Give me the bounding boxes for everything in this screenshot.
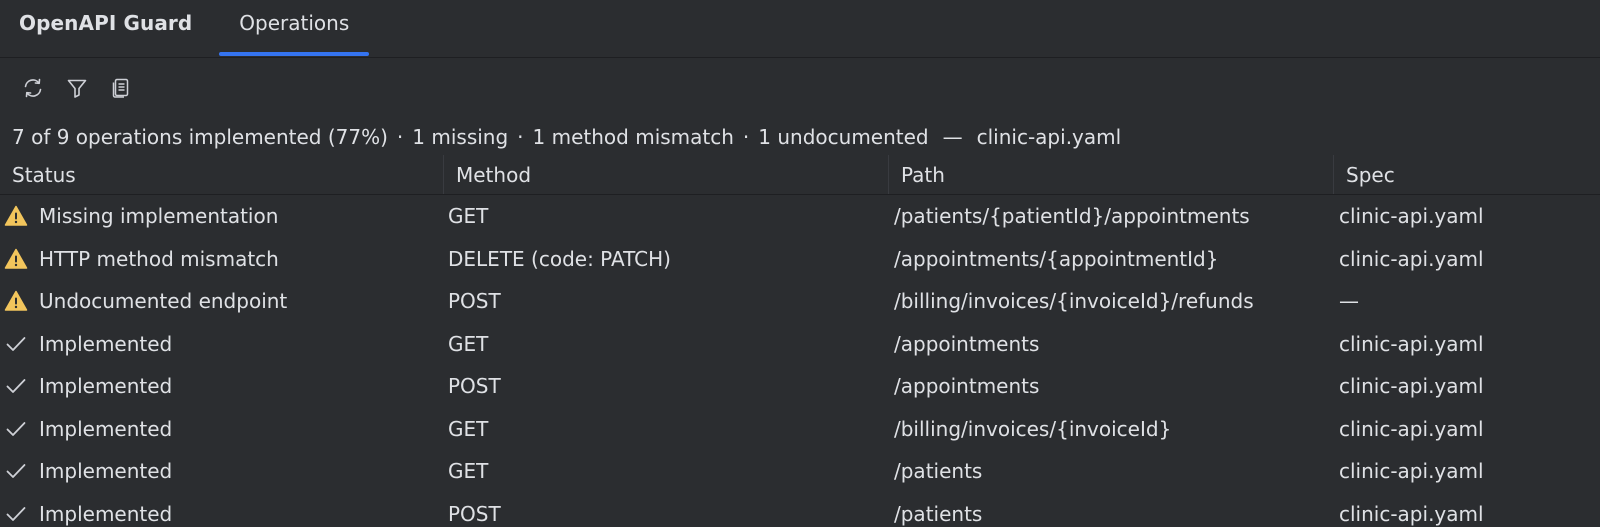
path-cell: /patients/{patientId}/appointments	[894, 204, 1250, 229]
status-cell: Implemented	[0, 373, 444, 399]
spec-cell: clinic-api.yaml	[1339, 459, 1484, 484]
status-cell: Implemented	[0, 331, 444, 357]
spec-cell: clinic-api.yaml	[1339, 204, 1484, 229]
operations-table: Status Method Path Spec Missing implemen…	[0, 155, 1600, 527]
method-cell: POST	[448, 374, 501, 399]
status-cell: Undocumented endpoint	[0, 288, 444, 314]
column-header-path[interactable]: Path	[889, 155, 1334, 194]
status-cell: Implemented	[0, 501, 444, 527]
method-cell: GET	[448, 459, 489, 484]
filter-button[interactable]	[62, 73, 92, 103]
status-label: Undocumented endpoint	[39, 289, 288, 314]
document-copy-icon	[112, 78, 129, 98]
status-label: Implemented	[39, 331, 173, 356]
method-cell: GET	[448, 416, 489, 441]
status-cell: Missing implementation	[0, 203, 444, 229]
filter-icon	[67, 79, 87, 98]
method-cell: POST	[448, 289, 501, 314]
summary-mismatch: 1 method mismatch	[532, 124, 734, 149]
operations-summary: 7 of 9 operations implemented (77%) · 1 …	[0, 118, 1600, 155]
status-cell: HTTP method mismatch	[0, 246, 444, 272]
spec-cell: clinic-api.yaml	[1339, 246, 1484, 271]
table-row[interactable]: Implemented GET/billing/invoices/{invoice…	[0, 408, 1600, 451]
method-cell: GET	[448, 331, 489, 356]
table-header: Status Method Path Spec	[0, 155, 1600, 195]
warning-icon	[3, 203, 29, 229]
active-tab-indicator	[219, 52, 370, 56]
summary-separator: ·	[742, 124, 750, 149]
spec-cell: clinic-api.yaml	[1339, 501, 1484, 526]
tool-window-header: OpenAPI Guard Operations	[0, 0, 1600, 58]
summary-missing: 1 missing	[412, 124, 509, 149]
column-header-spec[interactable]: Spec	[1334, 155, 1600, 194]
summary-implemented: 7 of 9 operations implemented (77%)	[12, 124, 388, 149]
toolbar	[0, 58, 1600, 118]
spec-cell: clinic-api.yaml	[1339, 416, 1484, 441]
path-cell: /appointments	[894, 331, 1040, 356]
table-row[interactable]: Implemented GET/appointments clinic-api.ya…	[0, 323, 1600, 366]
warning-icon	[3, 288, 29, 314]
path-cell: /billing/invoices/{invoiceId}/refunds	[894, 289, 1254, 314]
spec-cell: clinic-api.yaml	[1339, 374, 1484, 399]
path-cell: /appointments/{appointmentId}	[894, 246, 1219, 271]
check-icon	[3, 458, 29, 484]
method-cell: GET	[448, 204, 489, 229]
status-cell: Implemented	[0, 458, 444, 484]
table-row[interactable]: HTTP method mismatch DELETE (code: PATCH)…	[0, 238, 1600, 281]
spec-cell: —	[1339, 289, 1359, 314]
tool-window-title: OpenAPI Guard	[19, 11, 193, 35]
check-icon	[3, 331, 29, 357]
check-icon	[3, 416, 29, 442]
method-cell: DELETE (code: PATCH)	[448, 246, 671, 271]
tab-operations[interactable]: Operations	[219, 0, 370, 56]
column-header-status[interactable]: Status	[0, 155, 444, 194]
copy-report-button[interactable]	[106, 73, 136, 103]
table-row[interactable]: Implemented GET/patients clinic-api.yaml	[0, 450, 1600, 493]
path-cell: /billing/invoices/{invoiceId}	[894, 416, 1172, 441]
status-label: Implemented	[39, 501, 173, 526]
spec-cell: clinic-api.yaml	[1339, 331, 1484, 356]
path-cell: /patients	[894, 459, 983, 484]
warning-icon	[3, 246, 29, 272]
summary-spec-file: clinic-api.yaml	[976, 124, 1122, 149]
table-body: Missing implementation GET/patients/{pati…	[0, 195, 1600, 527]
table-row[interactable]: Undocumented endpoint POST/billing/invoic…	[0, 280, 1600, 323]
tab-label: Operations	[239, 11, 350, 35]
status-cell: Implemented	[0, 416, 444, 442]
status-label: Implemented	[39, 374, 173, 399]
table-row[interactable]: Implemented POST/appointments clinic-api.y…	[0, 365, 1600, 408]
openapi-guard-panel: OpenAPI Guard Operations 7 of 9 operatio…	[0, 0, 1600, 527]
status-label: Implemented	[39, 459, 173, 484]
method-cell: POST	[448, 501, 501, 526]
check-icon	[3, 501, 29, 527]
path-cell: /appointments	[894, 374, 1040, 399]
summary-separator: ·	[517, 124, 524, 149]
summary-undocumented: 1 undocumented	[758, 124, 929, 149]
path-cell: /patients	[894, 501, 983, 526]
status-label: Missing implementation	[39, 204, 279, 229]
column-header-method[interactable]: Method	[444, 155, 889, 194]
refresh-button[interactable]	[18, 73, 48, 103]
summary-dash: —	[942, 124, 963, 149]
check-icon	[3, 373, 29, 399]
status-label: HTTP method mismatch	[39, 246, 279, 271]
table-row[interactable]: Missing implementation GET/patients/{pati…	[0, 195, 1600, 238]
table-row[interactable]: Implemented POST/patients clinic-api.yaml	[0, 493, 1600, 527]
refresh-icon	[24, 78, 42, 98]
summary-separator: ·	[396, 124, 404, 149]
status-label: Implemented	[39, 416, 173, 441]
